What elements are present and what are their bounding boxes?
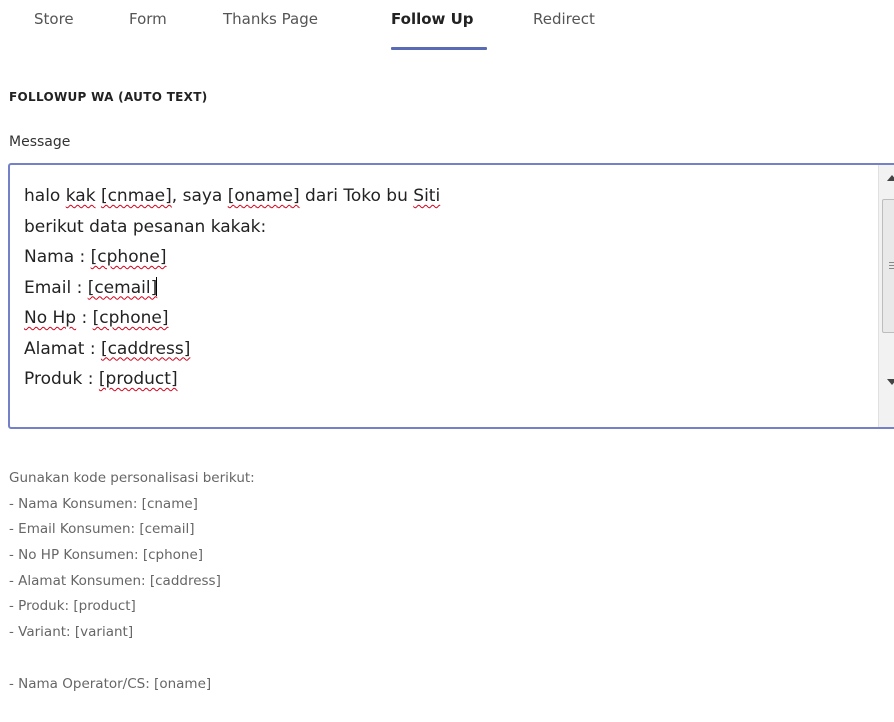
- scroll-down-arrow-icon[interactable]: [887, 379, 894, 385]
- message-label: Message: [9, 134, 71, 150]
- help-code-item: - Email Konsumen: [cemail]: [9, 521, 195, 538]
- personalization-help: Gunakan kode personalisasi berikut: - Na…: [9, 466, 879, 697]
- grip-icon: [889, 262, 894, 270]
- scroll-thumb[interactable]: [882, 199, 894, 333]
- help-code-item: - Nama Konsumen: [cname]: [9, 495, 198, 512]
- section-title: FOLLOWUP WA (AUTO TEXT): [9, 90, 208, 104]
- help-code-item: - Alamat Konsumen: [caddress]: [9, 572, 221, 589]
- tab-redirect[interactable]: Redirect: [533, 10, 595, 28]
- help-code-item: - Variant: [variant]: [9, 624, 134, 641]
- tab-follow-up[interactable]: Follow Up: [391, 10, 474, 28]
- tab-thanks-page[interactable]: Thanks Page: [223, 10, 318, 28]
- tab-form[interactable]: Form: [129, 10, 167, 28]
- help-code-item: - No HP Konsumen: [cphone]: [9, 547, 204, 564]
- message-textarea[interactable]: halo kak [cnmae], saya [oname] dari Toko…: [8, 163, 894, 429]
- tab-bar: Store Form Thanks Page Follow Up Redirec…: [0, 0, 894, 52]
- help-operator-code: - Nama Operator/CS: [oname]: [9, 675, 212, 692]
- scroll-up-arrow-icon[interactable]: [887, 175, 894, 181]
- tab-store[interactable]: Store: [34, 10, 74, 28]
- active-tab-indicator: [391, 47, 487, 50]
- message-text[interactable]: halo kak [cnmae], saya [oname] dari Toko…: [24, 181, 874, 395]
- text-caret: [156, 276, 158, 296]
- textarea-scrollbar[interactable]: [878, 165, 894, 427]
- help-code-item: - Produk: [product]: [9, 598, 136, 615]
- help-intro: Gunakan kode personalisasi berikut:: [9, 470, 255, 486]
